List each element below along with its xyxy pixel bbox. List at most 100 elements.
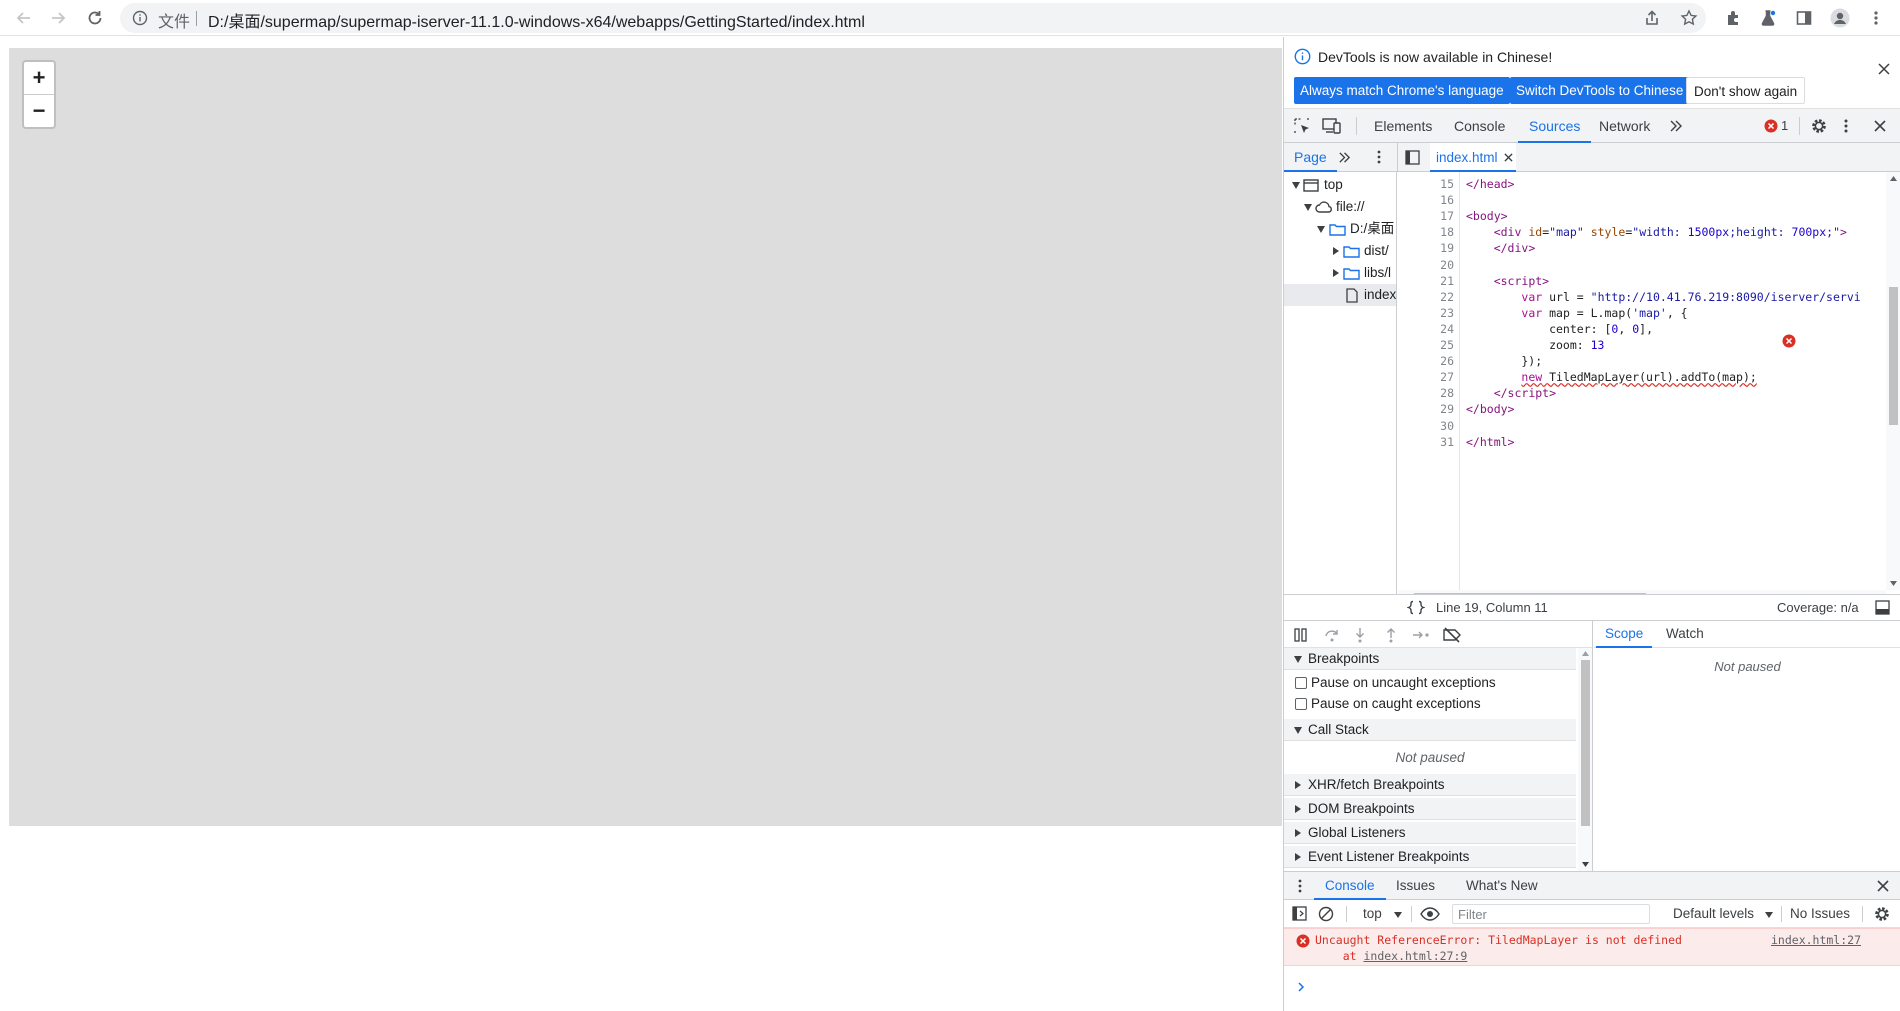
dont-show-again-button[interactable]: Don't show again (1686, 77, 1806, 104)
tab-elements[interactable]: Elements (1374, 109, 1432, 143)
pretty-print-braces-icon[interactable] (1407, 600, 1425, 615)
log-levels-dropdown[interactable]: Default levels (1673, 900, 1754, 928)
more-tabs-chevron-icon[interactable] (1669, 119, 1683, 133)
editor-vertical-scrollbar[interactable] (1886, 172, 1900, 590)
close-drawer-icon[interactable] (1877, 880, 1889, 892)
context-selector[interactable]: top (1363, 900, 1382, 928)
navigator-menu-icon[interactable] (1376, 149, 1382, 165)
pause-uncaught-row[interactable]: Pause on uncaught exceptions (1284, 672, 1576, 694)
info-icon[interactable] (132, 10, 148, 26)
line-number[interactable]: 28 (1398, 386, 1454, 400)
tree-item-index-html[interactable]: index (1284, 284, 1396, 306)
device-toolbar-icon[interactable] (1322, 117, 1342, 135)
close-devtools-icon[interactable] (1874, 120, 1886, 132)
more-navigators-chevron-icon[interactable] (1338, 151, 1351, 164)
drawer-tab-whats-new[interactable]: What's New (1466, 872, 1538, 900)
pause-caught-checkbox[interactable] (1295, 698, 1307, 710)
coverage-status[interactable]: Coverage: n/a (1777, 595, 1859, 620)
close-icon[interactable] (1878, 63, 1890, 75)
scroll-thumb[interactable] (1889, 287, 1898, 425)
zoom-in-button[interactable]: + (24, 62, 54, 95)
line-number[interactable]: 24 (1398, 322, 1454, 336)
line-number[interactable]: 31 (1398, 435, 1454, 449)
error-source-link[interactable]: index.html:27 (1771, 933, 1861, 947)
line-number[interactable]: 19 (1398, 241, 1454, 255)
tree-item-top[interactable]: top (1284, 174, 1396, 196)
live-expression-eye-icon[interactable] (1420, 907, 1440, 921)
error-badge-icon[interactable] (1764, 119, 1778, 133)
console-settings-gear-icon[interactable] (1873, 905, 1891, 923)
extensions-icon[interactable] (1722, 6, 1746, 30)
zoom-out-button[interactable]: − (24, 95, 54, 127)
line-number[interactable]: 30 (1398, 419, 1454, 433)
xhr-breakpoints-section-header[interactable]: XHR/fetch Breakpoints (1284, 774, 1576, 796)
profile-avatar-icon[interactable] (1828, 6, 1852, 30)
tab-sources[interactable]: Sources (1518, 109, 1592, 143)
reload-button[interactable] (83, 6, 107, 30)
scroll-thumb[interactable] (1581, 660, 1590, 826)
tree-item-desktop-folder[interactable]: D:/桌面 (1284, 218, 1396, 240)
tree-item-dist-folder[interactable]: dist/ (1284, 240, 1396, 262)
breakpoints-section-header[interactable]: Breakpoints (1284, 648, 1576, 670)
step-out-icon[interactable] (1385, 627, 1397, 643)
kebab-menu-icon[interactable] (1843, 117, 1849, 135)
line-number[interactable]: 23 (1398, 306, 1454, 320)
share-icon[interactable] (1640, 6, 1664, 30)
settings-gear-icon[interactable] (1810, 117, 1828, 135)
line-number[interactable]: 25 (1398, 338, 1454, 352)
global-listeners-section-header[interactable]: Global Listeners (1284, 822, 1576, 844)
pause-icon[interactable] (1294, 628, 1308, 642)
error-count[interactable]: 1 (1781, 109, 1788, 143)
line-number[interactable]: 29 (1398, 402, 1454, 416)
line-number[interactable]: 20 (1398, 258, 1454, 272)
back-button[interactable] (12, 6, 36, 30)
match-language-button[interactable]: Always match Chrome's language (1294, 77, 1510, 104)
console-sidebar-icon[interactable] (1292, 906, 1307, 921)
map-container[interactable] (9, 48, 1282, 826)
drawer-tab-console[interactable]: Console (1314, 872, 1386, 900)
console-error-message[interactable]: Uncaught ReferenceError: TiledMapLayer i… (1284, 928, 1900, 966)
forward-button[interactable] (46, 6, 70, 30)
tree-item-libs-folder[interactable]: libs/l (1284, 262, 1396, 284)
line-number[interactable]: 15 (1398, 177, 1454, 191)
line-number[interactable]: 26 (1398, 354, 1454, 368)
error-marker-icon[interactable] (1782, 334, 1796, 348)
tab-console[interactable]: Console (1454, 109, 1505, 143)
line-number[interactable]: 17 (1398, 209, 1454, 223)
pause-caught-row[interactable]: Pause on caught exceptions (1284, 693, 1576, 715)
console-filter-input[interactable]: Filter (1452, 904, 1650, 924)
clear-console-icon[interactable] (1318, 906, 1334, 922)
dom-breakpoints-section-header[interactable]: DOM Breakpoints (1284, 798, 1576, 820)
step-over-icon[interactable] (1324, 628, 1340, 642)
code-editor[interactable]: 15 16 17 18 19 20 21 22 23 24 25 26 27 28 29 30 31 </hea… (1398, 172, 1900, 612)
error-stack-link[interactable]: index.html:27:9 (1363, 949, 1467, 963)
line-number[interactable]: 27 (1398, 370, 1454, 384)
bookmark-star-icon[interactable] (1677, 6, 1701, 30)
line-number[interactable]: 21 (1398, 274, 1454, 288)
pause-uncaught-checkbox[interactable] (1295, 677, 1307, 689)
side-panel-icon[interactable] (1792, 6, 1816, 30)
tab-page[interactable]: Page (1284, 143, 1337, 172)
drawer-tab-issues[interactable]: Issues (1396, 872, 1435, 900)
event-listener-breakpoints-section-header[interactable]: Event Listener Breakpoints (1284, 846, 1576, 868)
address-bar[interactable]: 文件 D:/桌面/supermap/supermap-iserver-11.1.… (120, 3, 1706, 33)
line-number[interactable]: 18 (1398, 225, 1454, 239)
deactivate-breakpoints-icon[interactable] (1442, 627, 1462, 643)
tab-scope[interactable]: Scope (1596, 621, 1653, 648)
close-tab-icon[interactable] (1504, 153, 1513, 162)
line-number[interactable]: 22 (1398, 290, 1454, 304)
url-text[interactable]: D:/桌面/supermap/supermap-iserver-11.1.0-w… (208, 8, 865, 32)
issues-counter[interactable]: No Issues (1790, 900, 1850, 928)
drawer-menu-icon[interactable] (1297, 878, 1303, 894)
call-stack-section-header[interactable]: Call Stack (1284, 719, 1576, 741)
step-into-icon[interactable] (1354, 627, 1366, 643)
debugger-scrollbar[interactable] (1578, 648, 1592, 871)
tab-network[interactable]: Network (1599, 109, 1650, 143)
toggle-debugger-sidebar-icon[interactable] (1875, 600, 1890, 615)
console-prompt-input[interactable] (1312, 976, 1892, 998)
lab-flask-icon[interactable] (1756, 6, 1780, 30)
browser-menu-icon[interactable] (1864, 6, 1888, 30)
step-icon[interactable] (1412, 629, 1430, 641)
tree-item-file-scheme[interactable]: file:// (1284, 196, 1396, 218)
tab-watch[interactable]: Watch (1666, 621, 1704, 648)
